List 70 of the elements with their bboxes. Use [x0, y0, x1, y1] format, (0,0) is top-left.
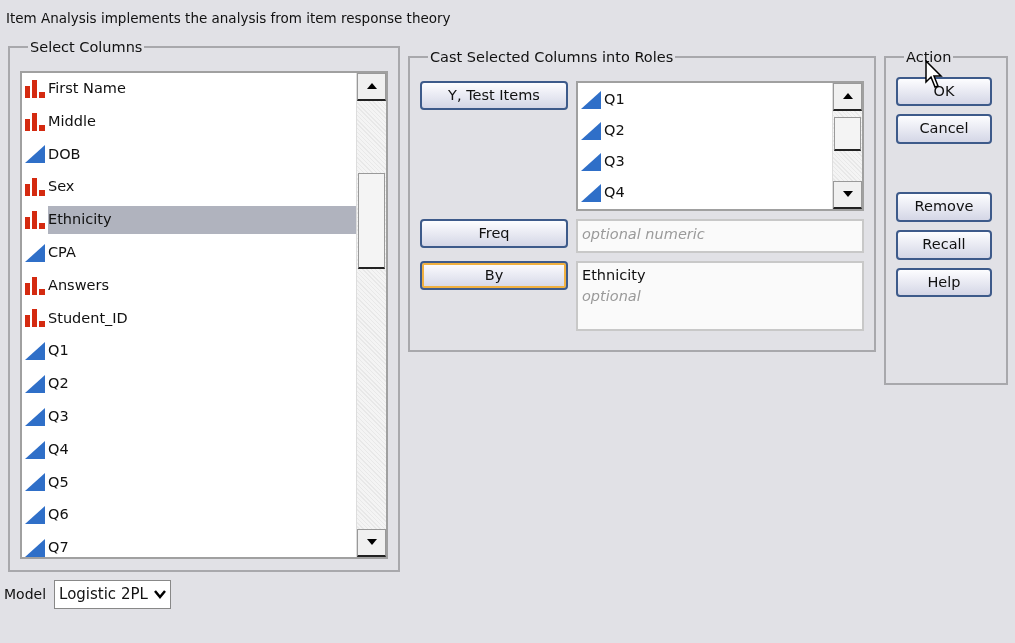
- field-value: Ethnicity: [582, 265, 647, 285]
- triangle-icon: [25, 440, 45, 459]
- scrollbar-thumb[interactable]: [358, 172, 385, 269]
- group-title: Select Columns: [29, 40, 144, 55]
- triangle-icon: [25, 407, 45, 426]
- triangle-icon: [25, 375, 45, 394]
- triangle-icon: [25, 506, 45, 525]
- column-item[interactable]: Q3: [48, 403, 356, 431]
- role-button[interactable]: By: [420, 260, 568, 291]
- column-item[interactable]: Q5: [48, 468, 356, 497]
- group-title: Cast Selected Columns into Roles: [429, 50, 675, 65]
- column-item[interactable]: Q1: [48, 337, 356, 366]
- triangle-icon: [581, 184, 601, 202]
- column-item[interactable]: Ethnicity: [48, 206, 356, 234]
- triangle-icon: [25, 539, 45, 557]
- column-item[interactable]: Q4: [48, 435, 356, 464]
- action-button[interactable]: Remove: [896, 192, 992, 222]
- triangle-icon: [25, 243, 45, 262]
- up-arrow-icon: [842, 93, 853, 99]
- role-item: Q4: [604, 183, 626, 203]
- role-item: Q3: [604, 152, 626, 172]
- down-arrow-icon: [842, 191, 853, 197]
- triangle-icon: [25, 342, 45, 361]
- column-item[interactable]: Q6: [48, 501, 356, 530]
- bar-chart-icon: [25, 276, 45, 295]
- column-item[interactable]: Q2: [48, 370, 356, 398]
- group-title: Action: [905, 50, 953, 65]
- model-label: Model: [4, 584, 47, 604]
- scrollbar[interactable]: [356, 72, 386, 557]
- scrollbar[interactable]: [832, 82, 862, 209]
- column-item[interactable]: Middle: [48, 107, 356, 136]
- chevron-icon: [153, 589, 166, 599]
- column-item[interactable]: Answers: [48, 271, 356, 300]
- column-list[interactable]: First Name Middle DOB Sex Ethnicity CPA Answers Student_ID Q1 Q2 Q3 Q4 Q5 Q6 Q7: [20, 70, 388, 559]
- triangle-icon: [581, 122, 601, 140]
- action-button[interactable]: Help: [896, 267, 992, 298]
- model-dropdown[interactable]: Logistic 2PL: [54, 580, 171, 609]
- column-item[interactable]: Sex: [48, 173, 356, 202]
- field-placeholder: optional: [582, 287, 642, 307]
- column-item[interactable]: Student_ID: [48, 304, 356, 333]
- role-button[interactable]: Y, Test Items: [420, 80, 568, 111]
- role-item: Q2: [604, 121, 626, 141]
- action-button[interactable]: Cancel: [896, 114, 992, 144]
- bar-chart-icon: [25, 178, 45, 197]
- description-text: Item Analysis implements the analysis from item response theory: [5, 9, 452, 28]
- column-item[interactable]: DOB: [48, 140, 356, 169]
- scroll-up-button[interactable]: [833, 82, 862, 111]
- triangle-icon: [581, 91, 601, 109]
- scroll-up-button[interactable]: [357, 72, 386, 101]
- action-button[interactable]: OK: [896, 76, 992, 107]
- scrollbar-thumb[interactable]: [834, 116, 861, 151]
- triangle-icon: [25, 473, 45, 492]
- bar-chart-icon: [25, 79, 45, 98]
- bar-chart-icon: [25, 112, 45, 131]
- bar-chart-icon: [25, 309, 45, 328]
- role-item: Q1: [604, 90, 626, 110]
- bar-chart-icon: [25, 211, 45, 230]
- column-item[interactable]: Q7: [48, 534, 356, 557]
- column-item[interactable]: CPA: [48, 239, 356, 267]
- scroll-down-button[interactable]: [833, 180, 862, 209]
- role-list[interactable]: Q1 Q2 Q3 Q4: [576, 80, 864, 211]
- scroll-down-button[interactable]: [357, 528, 386, 557]
- column-item[interactable]: First Name: [48, 75, 356, 103]
- triangle-icon: [25, 145, 45, 164]
- triangle-icon: [581, 153, 601, 171]
- role-button[interactable]: Freq: [420, 218, 568, 249]
- action-button[interactable]: Recall: [896, 229, 992, 260]
- up-arrow-icon: [366, 83, 377, 89]
- down-arrow-icon: [366, 539, 377, 545]
- by-field[interactable]: Ethnicity optional: [576, 260, 864, 331]
